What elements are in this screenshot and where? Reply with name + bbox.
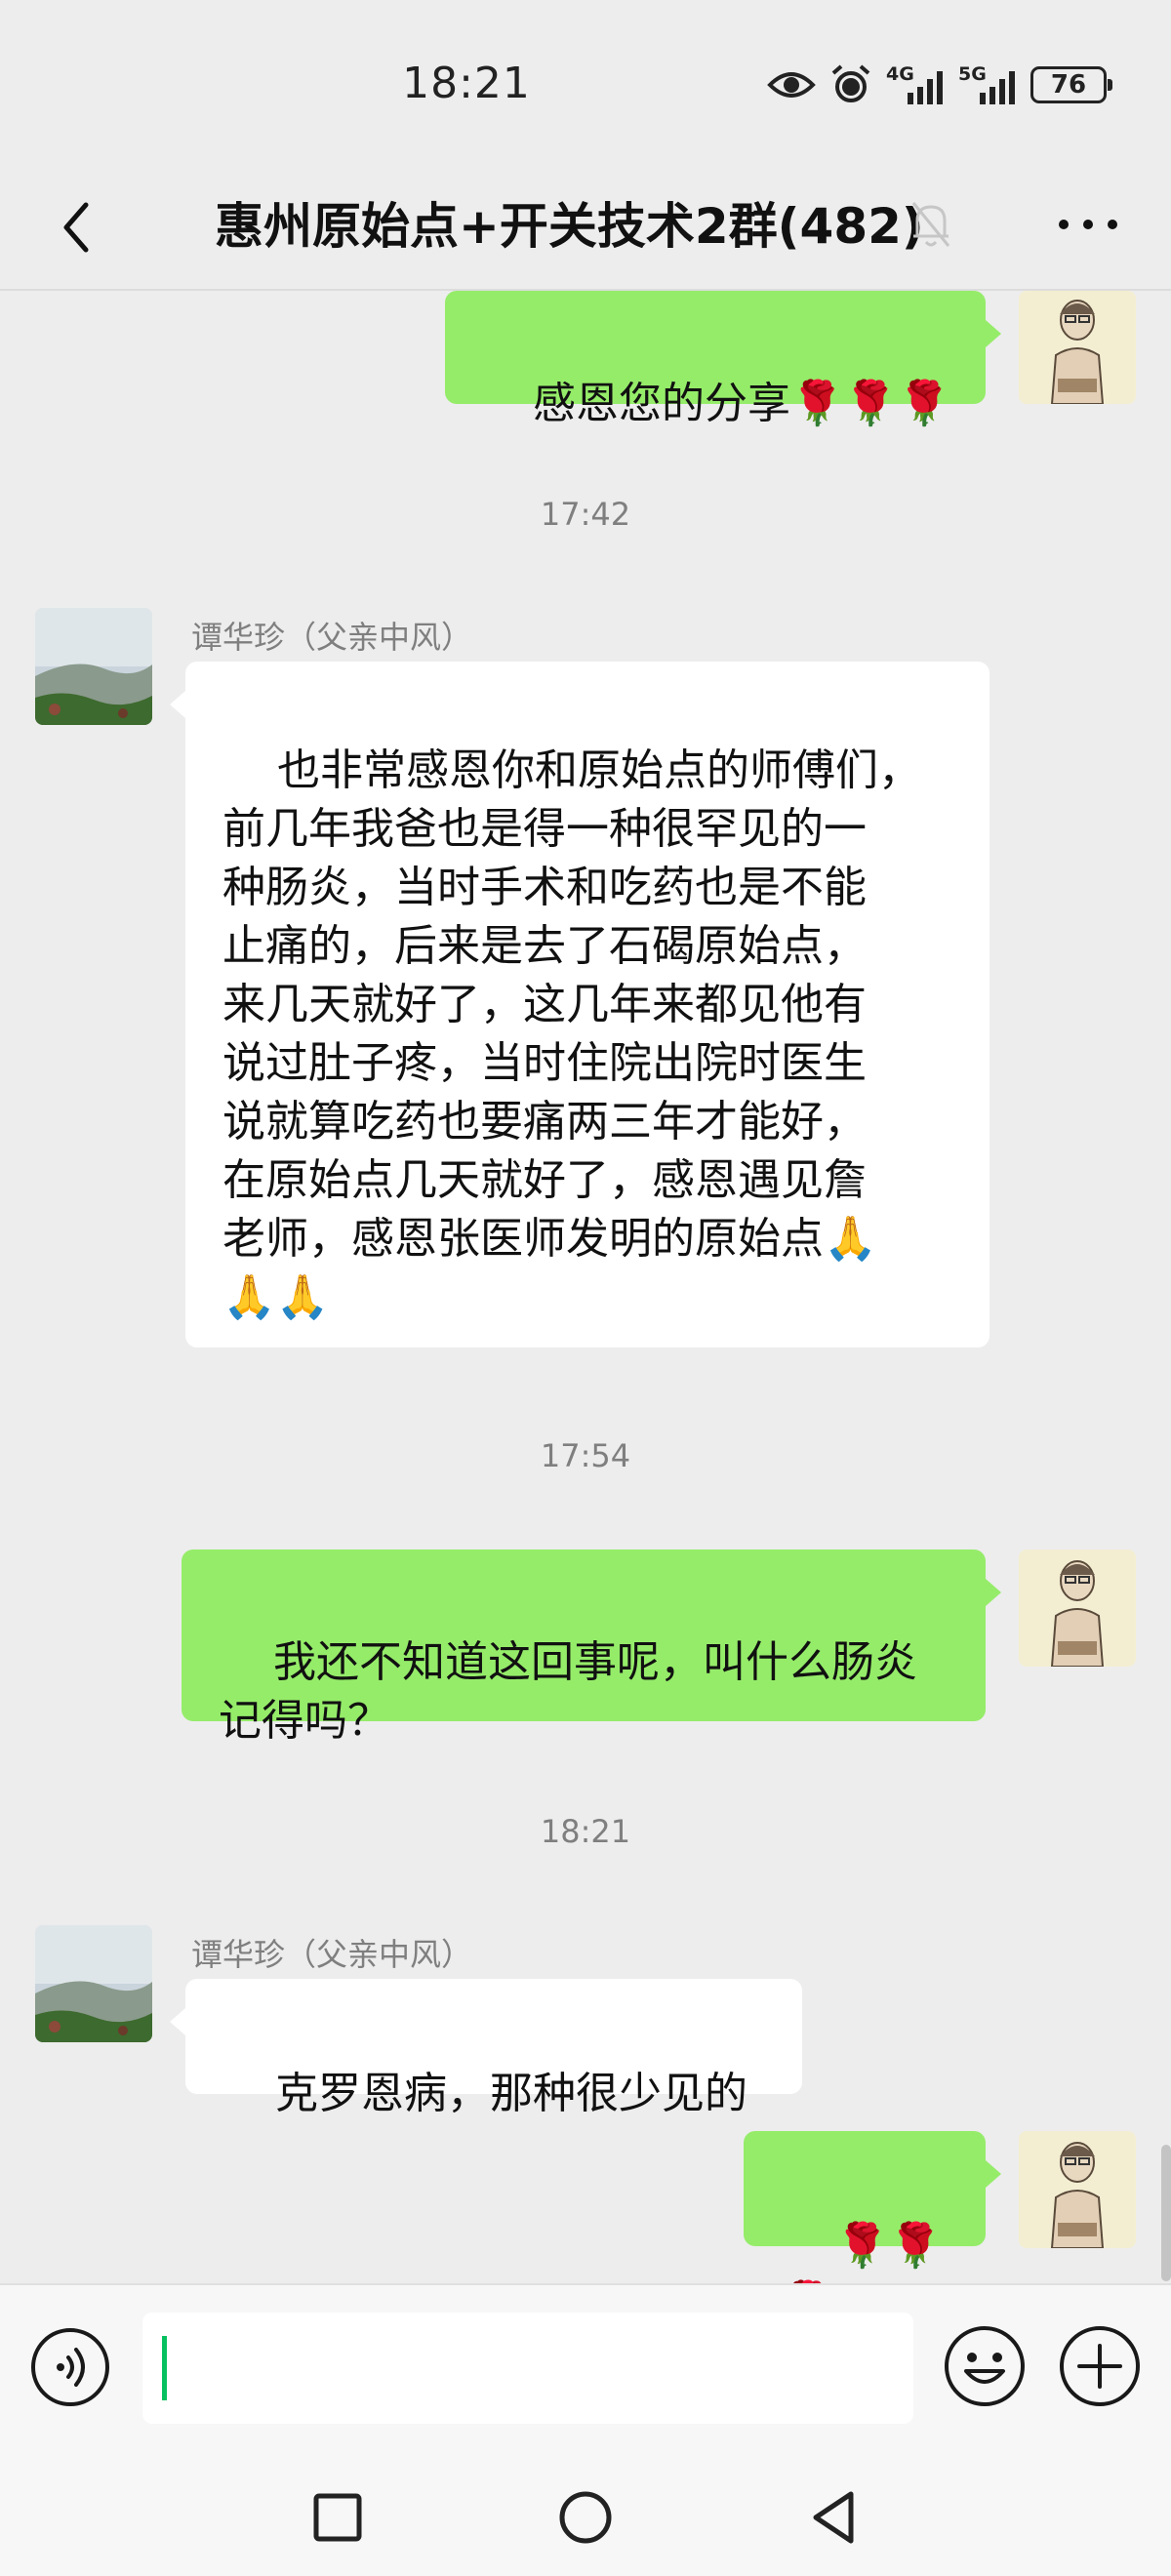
voice-icon[interactable] bbox=[29, 2326, 111, 2408]
incoming-message[interactable]: 也非常感恩你和原始点的师傅们， 前几年我爸也是得一种很罕见的一 种肠炎，当时手术… bbox=[170, 662, 989, 1348]
message-text: 也非常感恩你和原始点的师傅们， 前几年我爸也是得一种很罕见的一 种肠炎，当时手术… bbox=[222, 745, 921, 1322]
outgoing-message[interactable]: 🌹🌹🌹 bbox=[744, 2131, 1001, 2283]
more-icon[interactable] bbox=[1054, 205, 1122, 244]
scrollbar-thumb[interactable] bbox=[1161, 2145, 1171, 2281]
sender-name: 谭华珍（父亲中风） bbox=[191, 619, 473, 656]
sender-avatar[interactable] bbox=[35, 1925, 152, 2042]
input-bar bbox=[0, 2283, 1171, 2449]
recents-icon[interactable] bbox=[289, 2488, 386, 2549]
sender-name: 谭华珍（父亲中风） bbox=[191, 1936, 473, 1973]
self-avatar[interactable] bbox=[1019, 291, 1136, 404]
outgoing-message[interactable]: 我还不知道这回事呢，叫什么肠炎 记得吗？ bbox=[182, 1550, 1001, 1746]
home-icon[interactable] bbox=[537, 2478, 634, 2556]
message-timestamp: 17:42 bbox=[540, 496, 631, 533]
battery-icon: 76 bbox=[1030, 66, 1112, 103]
back-icon[interactable] bbox=[49, 193, 117, 262]
plus-icon[interactable] bbox=[1058, 2324, 1142, 2408]
system-nav-bar bbox=[0, 2449, 1171, 2576]
incoming-message[interactable]: 克罗恩病，那种很少见的 bbox=[170, 1979, 802, 2118]
sender-avatar[interactable] bbox=[35, 608, 152, 725]
signal-4g-icon: 4G bbox=[886, 63, 945, 106]
chat-header: 惠州原始点+开关技术2群(482) bbox=[0, 166, 1171, 293]
chat-title[interactable]: 惠州原始点+开关技术2群(482) bbox=[215, 187, 924, 258]
status-icons: 4G 5G 76 bbox=[767, 60, 1112, 109]
eye-icon bbox=[767, 72, 816, 98]
outgoing-message[interactable]: 感恩您的分享🌹🌹🌹 bbox=[445, 291, 1001, 428]
message-text: 克罗恩病，那种很少见的 bbox=[274, 2069, 747, 2118]
chat-area[interactable]: 感恩您的分享🌹🌹🌹 17:42 谭华珍（父亲中风） 也非常感恩你和原始点的师傅们… bbox=[0, 291, 1171, 2283]
emoji-icon[interactable] bbox=[943, 2324, 1027, 2408]
message-timestamp: 17:54 bbox=[540, 1437, 631, 1474]
message-text: 感恩您的分享🌹🌹🌹 bbox=[532, 379, 951, 428]
message-text: 我还不知道这回事呢，叫什么肠炎 记得吗？ bbox=[219, 1637, 917, 1746]
battery-level: 76 bbox=[1050, 70, 1087, 100]
self-avatar[interactable] bbox=[1019, 1550, 1136, 1667]
message-text: 🌹🌹🌹 bbox=[781, 2221, 943, 2283]
text-caret bbox=[162, 2336, 167, 2400]
signal-5g-icon: 5G bbox=[958, 63, 1017, 106]
message-input[interactable] bbox=[142, 2313, 913, 2424]
alarm-icon bbox=[831, 64, 870, 102]
status-bar: 18:21 4G 5G 76 bbox=[0, 0, 1171, 166]
mute-bell-icon bbox=[911, 202, 950, 247]
message-timestamp: 18:21 bbox=[540, 1813, 631, 1850]
back-triangle-icon[interactable] bbox=[787, 2478, 884, 2556]
self-avatar[interactable] bbox=[1019, 2131, 1136, 2248]
